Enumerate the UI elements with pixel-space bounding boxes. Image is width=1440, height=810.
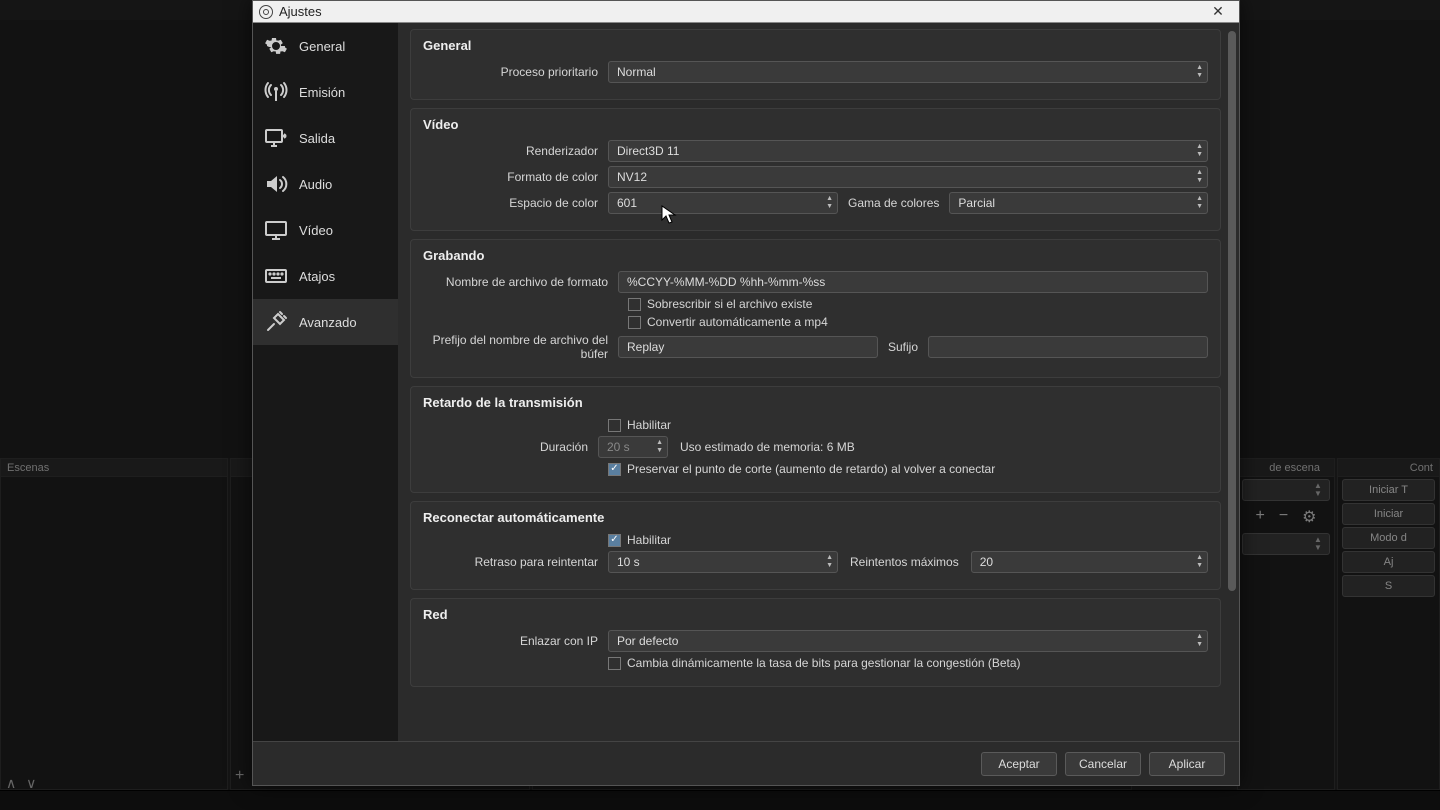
sidebar-item-label: Vídeo — [299, 223, 333, 238]
group-recording: Grabando Nombre de archivo de formato So… — [410, 239, 1221, 378]
automp4-checkbox[interactable] — [628, 316, 641, 329]
sidebar-item-label: Salida — [299, 131, 335, 146]
overwrite-checkbox[interactable] — [628, 298, 641, 311]
group-heading: Reconectar automáticamente — [423, 510, 1208, 525]
retry-input[interactable]: 10 s▲▼ — [608, 551, 838, 573]
group-heading: Grabando — [423, 248, 1208, 263]
sidebar-item-output[interactable]: Salida — [253, 115, 398, 161]
sidebar-item-hotkeys[interactable]: Atajos — [253, 253, 398, 299]
sidebar-item-label: Audio — [299, 177, 332, 192]
dialog-titlebar: Ajustes ✕ — [253, 1, 1239, 23]
maxretry-input[interactable]: 20▲▼ — [971, 551, 1208, 573]
colorrange-select[interactable]: Parcial▲▼ — [949, 192, 1208, 214]
sidebar-item-stream[interactable]: Emisión — [253, 69, 398, 115]
dialog-footer: Aceptar Cancelar Aplicar — [253, 741, 1239, 785]
prefix-label: Prefijo del nombre de archivo del búfer — [423, 333, 618, 361]
preserve-checkbox[interactable] — [608, 463, 621, 476]
retry-label: Retraso para reintentar — [423, 555, 608, 569]
sidebar-item-label: Avanzado — [299, 315, 357, 330]
dynbitrate-label: Cambia dinámicamente la tasa de bits par… — [627, 656, 1021, 670]
scrollbar-thumb[interactable] — [1228, 31, 1236, 591]
bindip-select[interactable]: Por defecto▲▼ — [608, 630, 1208, 652]
renderer-select[interactable]: Direct3D 11▲▼ — [608, 140, 1208, 162]
duration-input[interactable]: 20 s▲▼ — [598, 436, 668, 458]
suffix-label: Sufijo — [878, 340, 928, 354]
colorfmt-label: Formato de color — [423, 170, 608, 184]
priority-label: Proceso prioritario — [423, 65, 608, 79]
dynbitrate-checkbox[interactable] — [608, 657, 621, 670]
antenna-icon — [263, 79, 289, 105]
reconnect-enable-checkbox[interactable] — [608, 534, 621, 547]
ok-button[interactable]: Aceptar — [981, 752, 1057, 776]
bindip-label: Enlazar con IP — [423, 634, 608, 648]
monitor-icon — [263, 217, 289, 243]
overwrite-label: Sobrescribir si el archivo existe — [647, 297, 812, 311]
settings-sidebar: General Emisión Salida Audio Vídeo Atajo… — [253, 23, 398, 741]
app-icon — [259, 5, 273, 19]
delay-enable-checkbox[interactable] — [608, 419, 621, 432]
group-delay: Retardo de la transmisión Habilitar Dura… — [410, 386, 1221, 493]
preserve-label: Preservar el punto de corte (aumento de … — [627, 462, 995, 476]
sidebar-item-label: General — [299, 39, 345, 54]
group-heading: Red — [423, 607, 1208, 622]
group-heading: Vídeo — [423, 117, 1208, 132]
content-scrollbar[interactable] — [1225, 23, 1239, 741]
prefix-input[interactable] — [618, 336, 878, 358]
cancel-button[interactable]: Cancelar — [1065, 752, 1141, 776]
suffix-input[interactable] — [928, 336, 1208, 358]
group-heading: Retardo de la transmisión — [423, 395, 1208, 410]
colorfmt-select[interactable]: NV12▲▼ — [608, 166, 1208, 188]
group-heading: General — [423, 38, 1208, 53]
memest-label: Uso estimado de memoria: 6 MB — [668, 440, 855, 454]
settings-dialog: Ajustes ✕ General Emisión Salida Audio — [252, 0, 1240, 786]
output-icon — [263, 125, 289, 151]
sidebar-item-label: Emisión — [299, 85, 345, 100]
group-reconnect: Reconectar automáticamente Habilitar Ret… — [410, 501, 1221, 590]
group-video: Vídeo Renderizador Direct3D 11▲▼ Formato… — [410, 108, 1221, 231]
close-icon[interactable]: ✕ — [1203, 3, 1233, 20]
sidebar-item-video[interactable]: Vídeo — [253, 207, 398, 253]
dialog-title: Ajustes — [279, 4, 322, 19]
maxretry-label: Reintentos máximos — [838, 555, 971, 569]
apply-button[interactable]: Aplicar — [1149, 752, 1225, 776]
tools-icon — [263, 309, 289, 335]
keyboard-icon — [263, 263, 289, 289]
settings-content: General Proceso prioritario Normal▲▼ Víd… — [398, 23, 1225, 741]
spinner-icon: ▲▼ — [1196, 64, 1203, 80]
sidebar-item-label: Atajos — [299, 269, 335, 284]
group-general: General Proceso prioritario Normal▲▼ — [410, 29, 1221, 100]
priority-select[interactable]: Normal▲▼ — [608, 61, 1208, 83]
sidebar-item-general[interactable]: General — [253, 23, 398, 69]
sidebar-item-audio[interactable]: Audio — [253, 161, 398, 207]
delay-enable-label: Habilitar — [627, 418, 671, 432]
filename-label: Nombre de archivo de formato — [423, 275, 618, 289]
colorspace-label: Espacio de color — [423, 196, 608, 210]
filename-input[interactable] — [618, 271, 1208, 293]
automp4-label: Convertir automáticamente a mp4 — [647, 315, 828, 329]
group-network: Red Enlazar con IP Por defecto▲▼ Cambia … — [410, 598, 1221, 687]
duration-label: Duración — [423, 440, 598, 454]
speaker-icon — [263, 171, 289, 197]
reconnect-enable-label: Habilitar — [627, 533, 671, 547]
renderer-label: Renderizador — [423, 144, 608, 158]
gear-icon — [263, 33, 289, 59]
sidebar-item-advanced[interactable]: Avanzado — [253, 299, 398, 345]
colorrange-label: Gama de colores — [838, 196, 949, 210]
colorspace-select[interactable]: 601▲▼ — [608, 192, 838, 214]
